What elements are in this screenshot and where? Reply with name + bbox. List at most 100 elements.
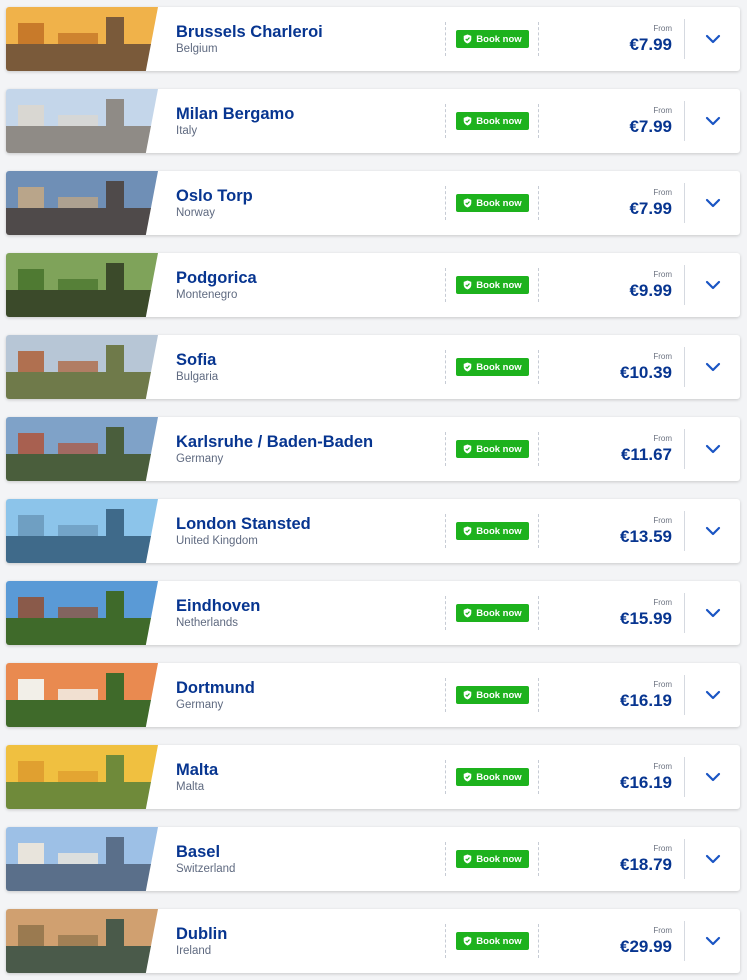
price-from-label: From bbox=[653, 352, 672, 361]
destination-city: Oslo Torp bbox=[176, 187, 253, 205]
destination-list: Brussels Charleroi Belgium Book now From €7.… bbox=[0, 0, 747, 980]
shield-check-icon bbox=[464, 772, 472, 782]
price-value: €16.19 bbox=[620, 773, 672, 792]
destination-country: Germany bbox=[176, 699, 224, 711]
destination-card[interactable]: Podgorica Montenegro Book now From €9.99 bbox=[6, 253, 740, 317]
divider bbox=[445, 350, 446, 384]
divider bbox=[445, 596, 446, 630]
chevron-down-icon[interactable] bbox=[704, 359, 722, 375]
shield-check-icon bbox=[464, 608, 472, 618]
destination-card[interactable]: Sofia Bulgaria Book now From €10.39 bbox=[6, 335, 740, 399]
destination-photo bbox=[6, 745, 158, 809]
destination-card[interactable]: London Stansted United Kingdom Book now Fro… bbox=[6, 499, 740, 563]
price-from-label: From bbox=[653, 762, 672, 771]
price-from-label: From bbox=[653, 188, 672, 197]
destination-city: Podgorica bbox=[176, 269, 257, 287]
chevron-down-icon[interactable] bbox=[704, 113, 722, 129]
destination-city: Karlsruhe / Baden-Baden bbox=[176, 433, 374, 451]
price-value: €9.99 bbox=[629, 281, 672, 300]
chevron-down-icon[interactable] bbox=[704, 933, 722, 949]
chevron-down-icon[interactable] bbox=[704, 851, 722, 867]
book-now-button[interactable]: Book now bbox=[456, 440, 529, 458]
book-now-button[interactable]: Book now bbox=[456, 850, 529, 868]
divider bbox=[538, 432, 539, 466]
chevron-down-icon[interactable] bbox=[704, 277, 722, 293]
chevron-down-icon[interactable] bbox=[704, 441, 722, 457]
chevron-down-icon[interactable] bbox=[704, 31, 722, 47]
destination-card[interactable]: Dortmund Germany Book now From €16.19 bbox=[6, 663, 740, 727]
price-value: €15.99 bbox=[620, 609, 672, 628]
divider bbox=[538, 760, 539, 794]
destination-card[interactable]: Brussels Charleroi Belgium Book now From €7.… bbox=[6, 7, 740, 71]
destination-card[interactable]: Karlsruhe / Baden-Baden Germany Book now Fr… bbox=[6, 417, 740, 481]
chevron-down-icon[interactable] bbox=[704, 687, 722, 703]
chevron-down-icon[interactable] bbox=[704, 605, 722, 621]
book-now-button[interactable]: Book now bbox=[456, 112, 529, 130]
destination-country: Switzerland bbox=[176, 863, 236, 875]
book-now-button[interactable]: Book now bbox=[456, 276, 529, 294]
book-now-button[interactable]: Book now bbox=[456, 522, 529, 540]
price-from-label: From bbox=[653, 270, 672, 279]
divider bbox=[538, 350, 539, 384]
destination-country: Germany bbox=[176, 453, 224, 465]
destination-country: Norway bbox=[176, 207, 215, 219]
destination-card[interactable]: Eindhoven Netherlands Book now From €15.99 bbox=[6, 581, 740, 645]
chevron-down-icon[interactable] bbox=[704, 195, 722, 211]
destination-city: Dublin bbox=[176, 925, 228, 943]
divider bbox=[445, 760, 446, 794]
price-value: €7.99 bbox=[629, 35, 672, 54]
shield-check-icon bbox=[464, 690, 472, 700]
destination-photo bbox=[6, 663, 158, 727]
divider bbox=[538, 924, 539, 958]
price-value: €18.79 bbox=[620, 855, 672, 874]
divider bbox=[684, 19, 685, 59]
price-value: €11.67 bbox=[620, 445, 672, 464]
destination-photo bbox=[6, 417, 158, 481]
destination-country: Ireland bbox=[176, 945, 212, 957]
shield-check-icon bbox=[464, 526, 472, 536]
book-now-button[interactable]: Book now bbox=[456, 686, 529, 704]
book-now-label: Book now bbox=[476, 361, 522, 373]
price-from-label: From bbox=[653, 680, 672, 689]
destination-city: Brussels Charleroi bbox=[176, 23, 323, 41]
destination-card[interactable]: Basel Switzerland Book now From €18.79 bbox=[6, 827, 740, 891]
shield-check-icon bbox=[464, 854, 472, 864]
book-now-button[interactable]: Book now bbox=[456, 194, 529, 212]
shield-check-icon bbox=[464, 444, 472, 454]
destination-card[interactable]: Dublin Ireland Book now From €29.99 bbox=[6, 909, 740, 973]
divider bbox=[445, 432, 446, 466]
destination-card[interactable]: Malta Malta Book now From €16.19 bbox=[6, 745, 740, 809]
book-now-button[interactable]: Book now bbox=[456, 768, 529, 786]
destination-city: Dortmund bbox=[176, 679, 255, 697]
price-from-label: From bbox=[653, 24, 672, 33]
divider bbox=[538, 104, 539, 138]
book-now-button[interactable]: Book now bbox=[456, 358, 529, 376]
shield-check-icon bbox=[464, 34, 472, 44]
shield-check-icon bbox=[464, 116, 472, 126]
destination-card[interactable]: Milan Bergamo Italy Book now From €7.99 bbox=[6, 89, 740, 153]
book-now-button[interactable]: Book now bbox=[456, 932, 529, 950]
destination-country: Bulgaria bbox=[176, 371, 219, 383]
divider bbox=[684, 921, 685, 961]
chevron-down-icon[interactable] bbox=[704, 769, 722, 785]
book-now-button[interactable]: Book now bbox=[456, 30, 529, 48]
price-from-label: From bbox=[653, 844, 672, 853]
destination-photo bbox=[6, 89, 158, 153]
price-from-label: From bbox=[653, 434, 672, 443]
divider bbox=[538, 186, 539, 220]
destination-card[interactable]: Oslo Torp Norway Book now From €7.99 bbox=[6, 171, 740, 235]
destination-photo bbox=[6, 909, 158, 973]
destination-photo bbox=[6, 7, 158, 71]
chevron-down-icon[interactable] bbox=[704, 523, 722, 539]
destination-country: Netherlands bbox=[176, 617, 239, 629]
divider bbox=[445, 678, 446, 712]
destination-country: Italy bbox=[176, 125, 198, 137]
divider bbox=[684, 511, 685, 551]
price-value: €16.19 bbox=[620, 691, 672, 710]
divider bbox=[538, 596, 539, 630]
divider bbox=[538, 22, 539, 56]
price-from-label: From bbox=[653, 516, 672, 525]
book-now-label: Book now bbox=[476, 115, 522, 127]
price-from-label: From bbox=[653, 598, 672, 607]
book-now-button[interactable]: Book now bbox=[456, 604, 529, 622]
